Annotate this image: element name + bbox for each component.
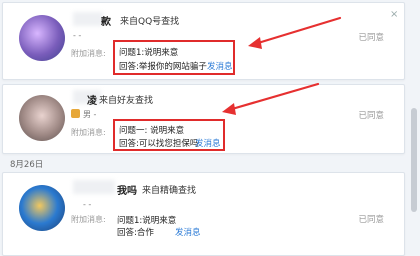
question-text: 问题1:说明来意	[117, 216, 177, 226]
requester-name[interactable]: 我吗	[117, 182, 137, 197]
avatar[interactable]	[19, 95, 65, 141]
gender-icon	[71, 109, 80, 118]
answer-text: 回答:合作	[117, 228, 154, 238]
answer-text: 回答:可以找您担保吗	[119, 139, 199, 149]
avatar[interactable]	[19, 15, 65, 61]
question-text: 问题1:说明来意	[119, 48, 179, 58]
scrollbar-thumb[interactable]	[411, 108, 417, 212]
attach-message-label: 附加消息:	[71, 215, 106, 224]
answer-text: 回答:举报你的网站骗子	[119, 62, 207, 72]
question-text: 问题一: 说明来意	[119, 126, 185, 136]
requester-name[interactable]: 款	[101, 13, 111, 28]
send-message-link[interactable]: 发消息	[175, 226, 201, 238]
requester-meta: - -	[73, 31, 82, 40]
request-source: 来自精确查找	[142, 186, 197, 196]
request-source: 来自好友查找	[99, 96, 154, 106]
send-message-link[interactable]: 发消息	[207, 60, 233, 72]
blurred-name	[73, 12, 103, 26]
send-message-link[interactable]: 发消息	[195, 137, 221, 149]
friend-request-card[interactable]: 凌 来自好友查找 男 - 附加消息: 问题一: 说明来意 回答:可以找您担保吗 …	[2, 84, 405, 154]
request-source: 来自QQ号查找	[120, 17, 180, 27]
friend-request-card[interactable]: 款 来自QQ号查找 - - 附加消息: 问题1:说明来意 回答:举报你的网站骗子…	[2, 2, 405, 80]
status-accepted: 已同意	[358, 33, 384, 43]
attach-message-label: 附加消息:	[71, 49, 106, 58]
close-icon[interactable]: ×	[390, 9, 398, 20]
friend-request-card[interactable]: 我吗 来自精确查找 - - 附加消息: 问题1:说明来意 回答:合作 发消息 已…	[2, 172, 405, 256]
requester-name[interactable]: 凌	[87, 92, 97, 107]
avatar[interactable]	[19, 185, 65, 231]
requester-meta: 男 -	[83, 110, 97, 119]
date-separator: 8月26日	[10, 160, 44, 170]
attach-message-label: 附加消息:	[71, 128, 106, 137]
status-accepted: 已同意	[358, 215, 384, 225]
requester-meta: - -	[83, 200, 92, 209]
blurred-name	[73, 180, 115, 194]
status-accepted: 已同意	[358, 111, 384, 121]
